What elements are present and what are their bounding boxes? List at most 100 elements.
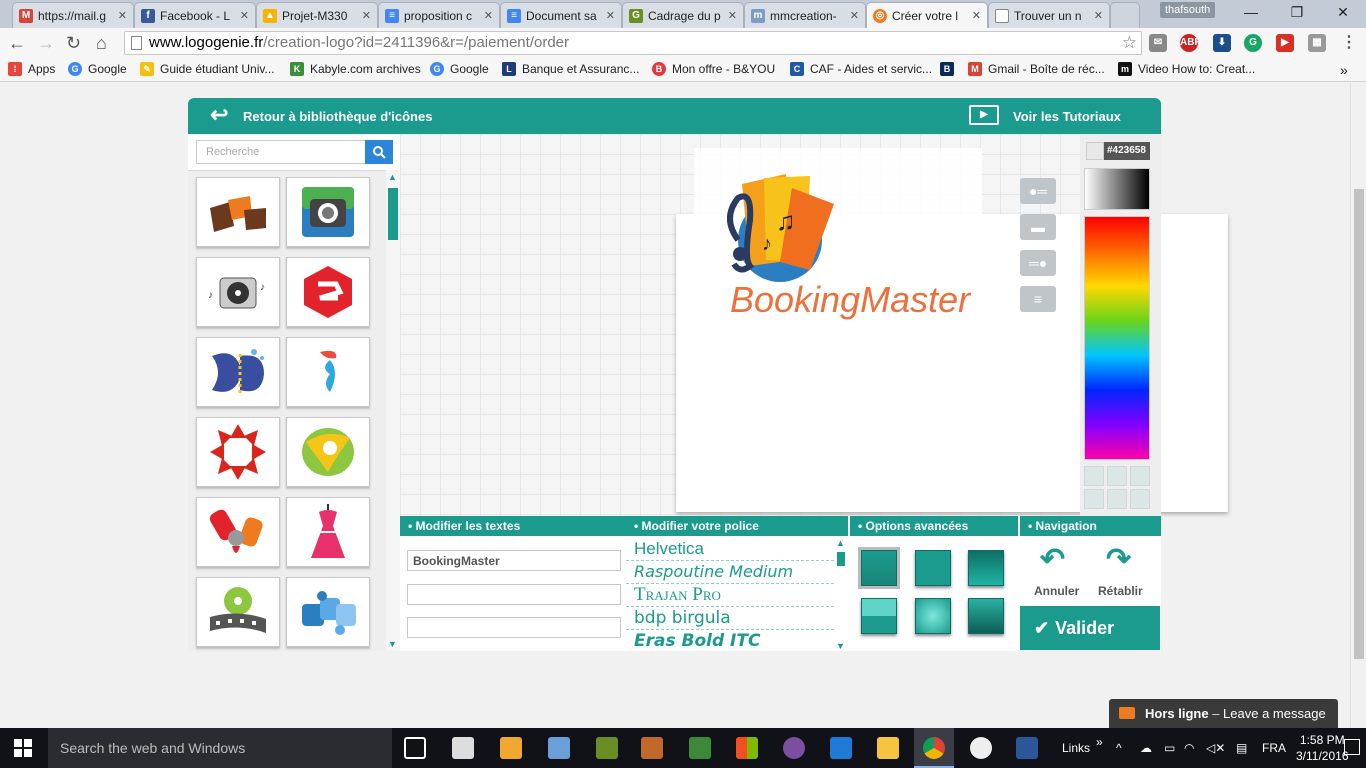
logo-preview[interactable]: ♫ ♪ BookingMaster [694,148,982,344]
font-item[interactable]: Trajan Pro [626,584,834,607]
tab-trouver[interactable]: Trouver un n ✕ [988,2,1110,28]
close-icon[interactable]: ✕ [728,9,737,22]
style-option-gradient[interactable] [968,550,1004,586]
file-explorer-icon[interactable] [500,737,522,759]
redo-icon[interactable]: ↷ [1106,542,1131,577]
search-icon[interactable] [365,140,393,164]
scrollbar-thumb[interactable] [1354,189,1364,659]
recent-color-swatch[interactable] [1084,489,1104,509]
tab-facebook[interactable]: f Facebook - L ✕ [134,2,256,28]
project-icon[interactable] [689,737,711,759]
text-field-1[interactable]: BookingMaster [407,550,621,571]
new-tab-button[interactable] [1110,2,1140,28]
close-window-icon[interactable]: ✕ [1320,0,1366,24]
recent-color-swatch[interactable] [1107,489,1127,509]
hexagon-s-icon[interactable] [286,257,370,327]
chevron-up-icon[interactable]: ^ [1116,728,1122,768]
recent-color-swatch[interactable] [1130,466,1150,486]
video-tutorial-icon[interactable]: ▶ [969,105,999,125]
adblock-icon[interactable]: ABP [1180,34,1201,52]
profile-button[interactable]: thafsouth [1160,2,1216,18]
bookmark-apps[interactable]: ⁞ Apps [8,62,55,76]
scroll-down-icon[interactable]: ▼ [836,641,845,651]
smiley-icon[interactable] [970,737,992,759]
align-bottom-icon[interactable]: ≡ [1020,286,1056,312]
battery-icon[interactable]: ▭ [1164,728,1175,768]
drink-icon[interactable] [286,337,370,407]
undo-icon[interactable]: ↶ [1040,542,1065,577]
download-icon[interactable]: ⬇ [1213,34,1231,52]
back-to-library-link[interactable]: Retour à bibliothèque d'icônes [243,109,432,124]
minimize-icon[interactable]: — [1228,0,1274,24]
reload-icon[interactable]: ↻ [66,33,81,53]
scroll-up-icon[interactable]: ▲ [388,172,397,182]
bookmark-banque[interactable]: L Banque et Assuranc... [502,62,639,76]
bookmark-gmail[interactable]: M Gmail - Boîte de réc... [968,62,1105,76]
tab-mmcreation[interactable]: m mmcreation- ✕ [744,2,866,28]
grammarly-icon[interactable]: G [1244,34,1262,52]
star-icon[interactable]: ☆ [1122,32,1137,54]
fish-icon[interactable] [196,337,280,407]
style-option-dark[interactable] [968,598,1004,634]
font-list-scrollbar[interactable]: ▲ ▼ [834,538,848,651]
links-toolbar[interactable]: Links [1062,728,1090,768]
chat-widget[interactable]: Hors ligne – Leave a message [1109,699,1338,728]
bookmark-kabyle[interactable]: K Kabyle.com archives [290,62,421,76]
taskbar-chrome-active[interactable] [914,728,954,768]
style-option-solid[interactable] [915,550,951,586]
redo-button[interactable]: Rétablir [1098,584,1143,598]
tab-docs-proposition[interactable]: ≡ proposition c ✕ [378,2,500,28]
close-icon[interactable]: ✕ [240,9,249,22]
tab-logogenie[interactable]: ◎ Créer votre l ✕ [866,2,988,28]
bookmarks-overflow-icon[interactable]: » [1340,62,1348,78]
edge-icon[interactable] [830,737,852,759]
close-icon[interactable]: ✕ [484,9,493,22]
bookmark-google[interactable]: G Google [68,62,127,76]
recent-color-swatch[interactable] [1084,466,1104,486]
color-hex-value[interactable]: #423658 [1104,142,1150,160]
diamond-app-icon[interactable] [596,737,618,759]
chat-app-icon[interactable] [783,737,805,759]
close-icon[interactable]: ✕ [118,9,127,22]
puzzle-icon[interactable] [286,577,370,647]
office-icon[interactable] [736,737,758,759]
bookmark-video[interactable]: m Video How to: Creat... [1118,62,1255,76]
turntable-icon[interactable]: ♪ ♪ [196,257,280,327]
style-option-flat[interactable] [861,550,897,586]
scrollbar-thumb[interactable] [837,552,845,566]
bookmark-bfm[interactable]: B [940,62,960,76]
extension-icon[interactable]: ▦ [1308,34,1326,52]
tab-cadrage[interactable]: G Cadrage du p ✕ [622,2,744,28]
undo-button[interactable]: Annuler [1034,584,1079,598]
font-item[interactable]: Helvetica [626,538,834,561]
film-reel-icon[interactable] [196,577,280,647]
recent-color-swatch[interactable] [1107,466,1127,486]
align-right-icon[interactable]: ═● [1020,250,1056,276]
bookmark-caf[interactable]: C CAF - Aides et servic... [790,62,932,76]
scroll-down-icon[interactable]: ▼ [388,639,397,649]
language-indicator[interactable]: FRA [1262,728,1286,768]
clock[interactable]: 1:58 PM 3/11/2016 [1296,732,1349,764]
icon-search-input[interactable]: Recherche [196,140,366,164]
folder-icon[interactable] [877,737,899,759]
back-arrow-icon[interactable]: ← [8,33,26,53]
leaf-circle-icon[interactable] [286,417,370,487]
windows-start-icon[interactable] [14,739,32,757]
tab-gmail[interactable]: Mhttps://mail.g ✕ [12,2,134,28]
text-field-2[interactable] [407,584,621,605]
wifi-icon[interactable]: ◠ [1184,728,1194,768]
tutorials-link[interactable]: Voir les Tutoriaux [1013,109,1121,124]
people-icon[interactable]: ☁ [1140,728,1152,768]
bookmark-guide[interactable]: ✎ Guide étudiant Univ... [140,62,275,76]
grayscale-gradient[interactable] [1084,168,1150,210]
tickets-icon[interactable] [196,177,280,247]
close-icon[interactable]: ✕ [1094,9,1103,22]
close-icon[interactable]: ✕ [606,9,615,22]
close-icon[interactable]: ✕ [972,9,981,22]
return-arrow-icon[interactable]: ↩ [210,104,228,126]
home-icon[interactable]: ⌂ [96,33,107,53]
align-left-icon[interactable]: ●═ [1020,178,1056,204]
menu-icon[interactable]: ⋮ [1340,34,1358,52]
font-item[interactable]: Raspoutine Medium [626,561,834,584]
scroll-up-icon[interactable]: ▲ [836,538,845,548]
